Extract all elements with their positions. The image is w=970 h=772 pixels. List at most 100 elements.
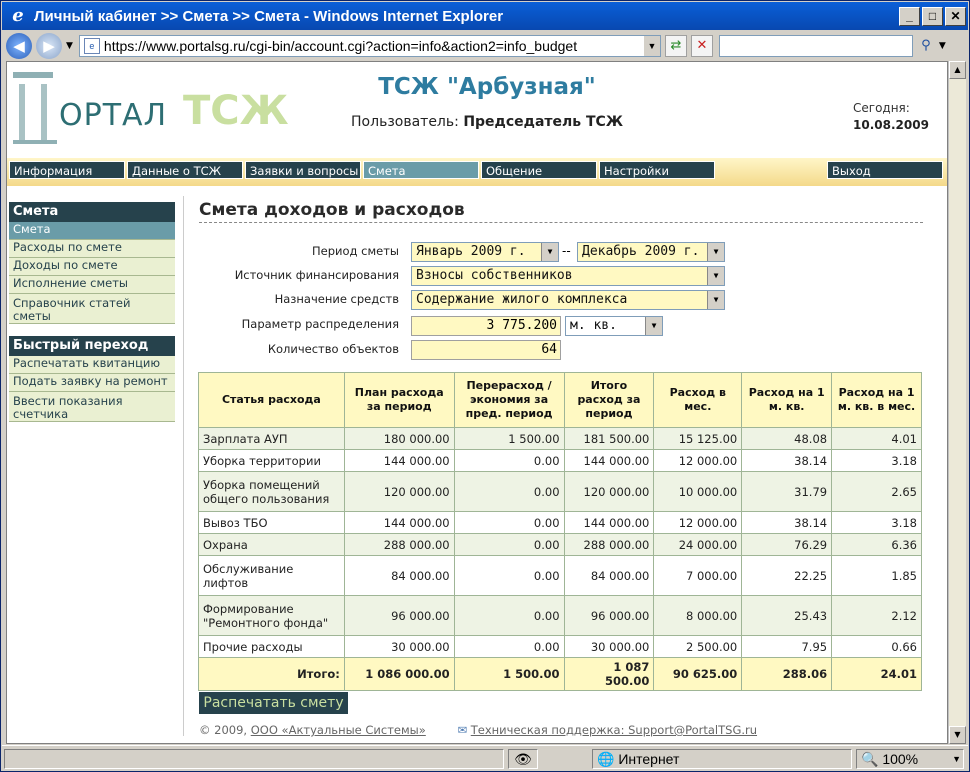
period-separator: -- [562,244,571,258]
print-budget-button[interactable]: Распечатать смету [199,692,348,714]
pillar-icon [13,72,57,144]
sidebar: Смета Смета Расходы по смете Доходы по с… [9,202,175,422]
menu-item-logout[interactable]: Выход [827,161,943,179]
cell-per-sqm: 38.14 [741,511,833,534]
vertical-scrollbar[interactable]: ▲ ▼ [948,61,966,744]
address-dropdown-icon[interactable]: ▼ [643,36,660,56]
close-window-button[interactable]: ✕ [945,6,966,26]
menu-item-info[interactable]: Информация [9,161,125,179]
cell-per-sqm-month: 0.66 [831,635,922,658]
col-header-total: Итого расход за период [563,372,655,428]
cell-item: Уборка помещений общего пользования [198,471,345,512]
sidebar-item-expenses[interactable]: Расходы по смете [9,240,175,258]
cell-item: Прочие расходы [198,635,345,658]
sidebar-item-execution[interactable]: Исполнение сметы [9,276,175,294]
site-logo[interactable]: ОРТАЛ ТСЖ [11,68,289,144]
organization-name: ТСЖ "Арбузная" [378,74,596,100]
sidebar-item-meter-readings[interactable]: Ввести показания счетчика [9,392,175,422]
param-label: Параметр распределения [241,317,399,331]
menu-item-communication[interactable]: Общение [481,161,597,179]
zoom-control[interactable]: 🔍 100% ▼ [856,749,964,769]
address-bar[interactable]: e https://www.portalsg.ru/cgi-bin/accoun… [78,35,661,57]
menu-item-requests[interactable]: Заявки и вопросы [245,161,361,179]
chevron-down-icon[interactable]: ▼ [541,243,558,261]
cell-total: 120 000.00 [563,471,655,512]
today-box: Сегодня: 10.08.2009 [853,100,929,134]
cell-per-sqm-month: 3.18 [831,511,922,534]
cell-per-sqm-month: 1.85 [831,555,922,596]
support-link[interactable]: Техническая поддержка: Support@PortalTSG… [471,723,757,737]
cell-overrun: 0.00 [453,511,565,534]
scroll-up-icon[interactable]: ▲ [949,61,966,79]
chevron-down-icon[interactable]: ▼ [707,267,724,285]
chevron-down-icon[interactable]: ▼ [707,243,724,261]
privacy-icon[interactable]: 👁 [508,749,538,769]
sidebar-item-repair-request[interactable]: Подать заявку на ремонт [9,374,175,392]
refresh-button[interactable]: ⇄ [664,35,687,57]
cell-total: 84 000.00 [563,555,655,596]
sidebar-item-directory[interactable]: Справочник статей сметы [9,294,175,324]
minimize-button[interactable]: _ [899,6,920,26]
cell-item: Вывоз ТБО [198,511,345,534]
cell-monthly: 15 125.00 [653,427,743,450]
source-select[interactable]: Взносы собственников ▼ [411,266,725,286]
status-bar: 👁 🌐 Интернет 🔍 100% ▼ [2,745,968,771]
site-header: ОРТАЛ ТСЖ ТСЖ "Арбузная" Пользователь: П… [7,62,947,158]
cell-plan: 30 000.00 [343,635,455,658]
cell-monthly: 24 000.00 [653,533,743,556]
back-button[interactable]: ◀ [6,33,32,59]
cell-monthly: 12 000.00 [653,449,743,472]
count-input[interactable]: 64 [411,340,561,360]
cell-per-sqm: 38.14 [741,449,833,472]
param-unit-select[interactable]: м. кв. ▼ [565,316,663,336]
mail-icon: ✉ [457,723,468,737]
cell-overrun: 0.00 [453,471,565,512]
page-content: ОРТАЛ ТСЖ ТСЖ "Арбузная" Пользователь: П… [6,61,948,744]
cell-overrun: 1 500.00 [453,427,565,450]
logo-text-tsg: ТСЖ [183,88,289,134]
chevron-down-icon[interactable]: ▼ [707,291,724,309]
browser-window: e Личный кабинет >> Смета >> Смета - Win… [0,0,970,772]
period-from-select[interactable]: Январь 2009 г. ▼ [411,242,559,262]
search-input[interactable] [718,35,913,57]
chevron-down-icon[interactable]: ▼ [645,317,662,335]
sidebar-item-income[interactable]: Доходы по смете [9,258,175,276]
forward-button[interactable]: ▶ [36,33,62,59]
total-cell-total: 1 087 500.00 [563,657,655,691]
maximize-button[interactable]: □ [922,6,943,26]
menu-item-tsg-data[interactable]: Данные о ТСЖ [127,161,243,179]
cell-per-sqm: 7.95 [741,635,833,658]
cell-item: Охрана [198,533,345,556]
page-icon: e [83,38,100,54]
sidebar-item-print-receipt[interactable]: Распечатать квитанцию [9,356,175,374]
search-icon[interactable]: ⚲ [915,35,937,57]
history-dropdown-icon[interactable]: ▼ [66,41,73,51]
menu-item-settings[interactable]: Настройки [599,161,715,179]
scroll-down-icon[interactable]: ▼ [949,726,966,744]
address-input[interactable]: https://www.portalsg.ru/cgi-bin/account.… [104,38,644,54]
cell-monthly: 2 500.00 [653,635,743,658]
purpose-select[interactable]: Содержание жилого комплекса ▼ [411,290,725,310]
security-zone-label: Интернет [618,751,680,767]
cell-per-sqm: 25.43 [741,595,833,636]
cell-per-sqm-month: 4.01 [831,427,922,450]
table-row: Формирование "Ремонтного фонда" 96 000.00… [198,595,922,636]
cell-overrun: 0.00 [453,595,565,636]
col-header-per-sqm: Расход на 1 м. кв. [741,372,833,428]
period-to-select[interactable]: Декабрь 2009 г. ▼ [577,242,725,262]
budget-table: Статья расхода План расхода за период Пе… [198,372,922,691]
stop-button[interactable]: ✕ [690,35,713,57]
user-label: Пользователь: [351,114,459,130]
cell-plan: 96 000.00 [343,595,455,636]
search-options-icon[interactable]: ▼ [939,41,946,51]
copyright-text: © 2009, [199,723,248,737]
col-header-monthly: Расход в мес. [653,372,743,428]
menu-item-budget[interactable]: Смета [363,161,479,179]
sidebar-item-budget[interactable]: Смета [9,222,175,240]
cell-total: 288 000.00 [563,533,655,556]
table-total-row: Итого: 1 086 000.00 1 500.00 1 087 500.00 90… [198,657,922,691]
company-link[interactable]: ООО «Актуальные Системы» [251,723,426,737]
chevron-down-icon[interactable]: ▼ [952,750,961,768]
ie-logo-icon: e [12,5,24,26]
param-input[interactable]: 3 775.200 [411,316,561,336]
